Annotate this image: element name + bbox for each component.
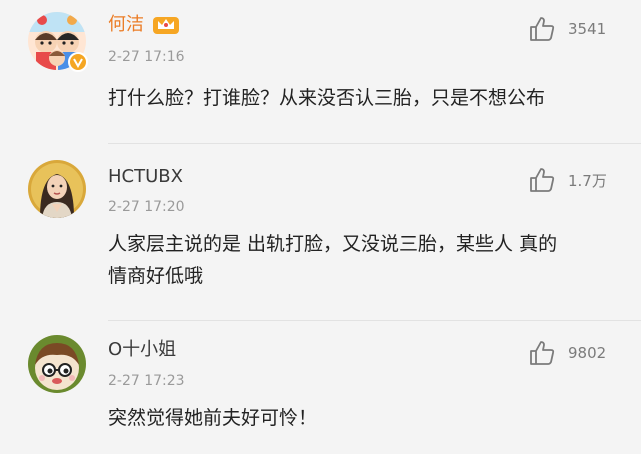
like-count: 9802 — [568, 344, 607, 362]
avatar[interactable] — [28, 335, 86, 393]
vip-crown-icon — [152, 13, 180, 35]
timestamp: 2-27 17:16 — [108, 49, 185, 65]
comment-text: 突然觉得她前夫好可怜！ — [108, 407, 318, 429]
like-count: 1.7万 — [568, 171, 607, 190]
username[interactable]: O十小姐 — [108, 339, 176, 361]
thumbs-up-icon — [530, 17, 555, 41]
timestamp: 2-27 17:23 — [108, 373, 185, 389]
like-button[interactable]: 3541 — [528, 15, 606, 43]
verified-v-icon — [68, 52, 88, 72]
woman-photo-avatar — [28, 160, 86, 218]
timestamp: 2-27 17:20 — [108, 199, 185, 215]
comment-text: 人家层主说的是 出轨打脸，又没说三胎，某些人 真的 情商好低哦 — [108, 233, 558, 287]
like-count: 3541 — [568, 20, 607, 38]
avatar[interactable] — [28, 160, 86, 218]
like-button[interactable]: 9802 — [528, 339, 606, 367]
thumbs-up-icon — [530, 341, 555, 365]
comment-list: 何洁 2-27 17:16 3541 打什么脸？打谁脸？从来没否认三胎，只是不想… — [0, 0, 641, 454]
like-button[interactable]: 1.7万 — [528, 166, 607, 194]
divider — [108, 320, 641, 321]
comment-text: 打什么脸？打谁脸？从来没否认三胎，只是不想公布 — [108, 87, 546, 109]
cartoon-face-avatar — [28, 335, 86, 393]
thumbs-up-icon — [530, 168, 555, 192]
divider — [108, 143, 641, 144]
username[interactable]: HCTUBX — [108, 166, 183, 188]
username[interactable]: 何洁 — [108, 14, 144, 36]
